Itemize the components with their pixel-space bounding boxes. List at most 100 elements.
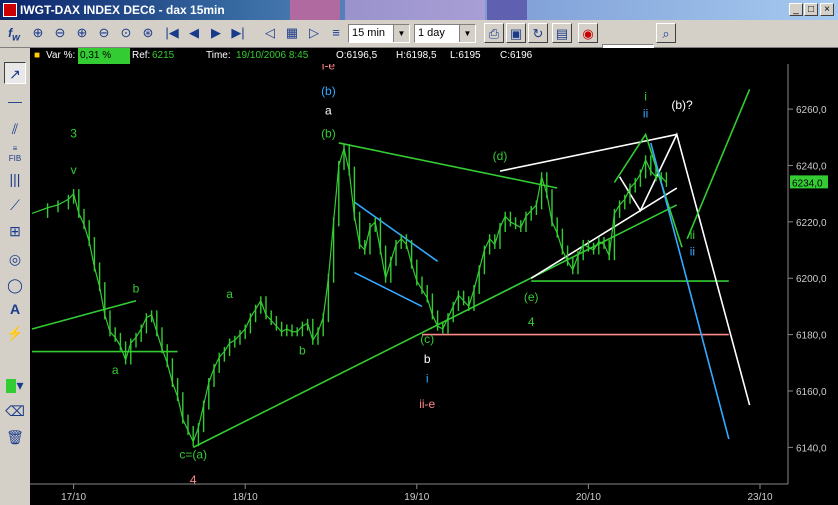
print-icon[interactable]: ⎙ bbox=[484, 23, 504, 43]
wave-label: a bbox=[112, 363, 119, 377]
gann-tool-icon[interactable]: ⊞ bbox=[4, 220, 26, 242]
minimize-icon[interactable]: _ bbox=[789, 3, 803, 16]
x-tick-label: 20/10 bbox=[576, 492, 601, 503]
first-page-icon[interactable]: |◀ bbox=[162, 23, 182, 43]
zoom-in-icon[interactable]: ⊕ bbox=[28, 23, 48, 43]
last-price-label: 6234,0 bbox=[792, 178, 823, 189]
zoom-in-y-icon[interactable]: ⊕ bbox=[72, 23, 92, 43]
chart-settings-icon[interactable]: ▦ bbox=[282, 23, 302, 43]
maximize-icon[interactable]: □ bbox=[804, 3, 818, 16]
horizontal-line-icon[interactable]: — bbox=[4, 90, 26, 112]
wave-label: i-e bbox=[322, 64, 336, 73]
y-tick-label: 6220,0 bbox=[796, 218, 827, 229]
eraser-icon[interactable]: ⌫ bbox=[4, 400, 26, 422]
wave-label: ii-e bbox=[419, 397, 435, 411]
var-label: Var %: bbox=[46, 50, 76, 61]
main-toolbar: fw ⊕ ⊖ ⊕ ⊖ ⊙ ⊛ |◀ ◀ ▶ ▶| ◁ ▦ ▷ ≡ 15 min … bbox=[0, 20, 838, 63]
grid-icon[interactable]: ▤ bbox=[552, 23, 572, 43]
wave-label: c=(a) bbox=[179, 448, 207, 462]
indicator-icon[interactable]: ≡ bbox=[326, 23, 346, 43]
open-value: O:6196,5 bbox=[336, 50, 378, 61]
scroll-left-icon[interactable]: ◁ bbox=[260, 23, 280, 43]
chevron-down-icon[interactable]: ▼ bbox=[459, 25, 475, 42]
wave-label: v bbox=[71, 163, 77, 177]
high-value: H:6198,5 bbox=[396, 50, 437, 61]
wave-label: ii bbox=[690, 245, 695, 259]
previous-icon[interactable]: ◀ bbox=[184, 23, 204, 43]
quote-info-bar: ■ Var %: 0,31 % Ref: 6215 Time: 19/10/20… bbox=[30, 48, 838, 64]
x-tick-label: 17/10 bbox=[61, 492, 86, 503]
last-price-tag: 6234,0 bbox=[790, 175, 828, 189]
wave-label: ii bbox=[643, 107, 648, 121]
chevron-down-icon[interactable]: ▼ bbox=[393, 25, 409, 42]
time-value: 19/10/2006 8:45 bbox=[236, 50, 309, 61]
zoom-fit-icon[interactable]: ⊛ bbox=[138, 23, 158, 43]
wave-label: 4 bbox=[190, 473, 197, 487]
y-tick-label: 6240,0 bbox=[796, 161, 827, 172]
trash-icon[interactable]: 🗑 bbox=[4, 426, 26, 448]
x-tick-label: 19/10 bbox=[404, 492, 429, 503]
ref-label: Ref: bbox=[132, 50, 151, 61]
zoom-out-icon[interactable]: ⊖ bbox=[50, 23, 70, 43]
drawing-toolbar: ↗ — ⫽ ≡ FIB ||| ⟋ ⊞ ◎ ◯ A ⚡ ▾ ⌫ 🗑 bbox=[0, 48, 31, 505]
x-tick-label: 23/10 bbox=[747, 492, 772, 503]
arc-tool-icon[interactable]: ◎ bbox=[4, 248, 26, 270]
wave-label: ii bbox=[690, 228, 695, 242]
text-tool-icon[interactable]: A bbox=[4, 298, 26, 320]
trendline-tool-icon[interactable]: ↗ bbox=[4, 62, 26, 84]
refresh-icon[interactable]: ↻ bbox=[528, 23, 548, 43]
fibonacci-tool-icon[interactable]: ≡ FIB bbox=[4, 144, 26, 166]
title-bar: IWGT-DAX INDEX DEC6 - dax 15min _ □ × bbox=[0, 0, 838, 20]
wave-label: a bbox=[226, 287, 233, 301]
wave-label: (b) bbox=[321, 126, 336, 140]
zoom-reset-icon[interactable]: ⊙ bbox=[116, 23, 136, 43]
ref-value: 6215 bbox=[152, 50, 175, 61]
var-value: 0,31 % bbox=[78, 48, 130, 64]
channel-tool-icon[interactable]: ⫽ bbox=[4, 118, 26, 140]
x-tick-label: 18/10 bbox=[233, 492, 258, 503]
time-label: Time: bbox=[206, 50, 231, 61]
wave-label: (b)? bbox=[671, 98, 693, 112]
color-picker-icon[interactable]: ▾ bbox=[4, 374, 26, 396]
wave-label: (e) bbox=[524, 290, 539, 304]
window-title: IWGT-DAX INDEX DEC6 - dax 15min bbox=[20, 3, 225, 17]
title-stripe bbox=[290, 0, 340, 20]
y-tick-label: 6140,0 bbox=[796, 443, 827, 454]
search-icon[interactable]: ⌕ bbox=[656, 23, 676, 43]
price-chart[interactable]: 3vbac=(a)4abi-e(b)a(b)(c)biii-e(d)(e)4ii… bbox=[30, 64, 838, 505]
wave-label: b bbox=[299, 343, 306, 357]
interval-value: 15 min bbox=[352, 27, 386, 39]
wave-label: 3 bbox=[70, 126, 77, 140]
y-tick-label: 6160,0 bbox=[796, 387, 827, 398]
range-select[interactable]: 1 day ▼ bbox=[414, 24, 476, 43]
vertical-lines-icon[interactable]: ||| bbox=[4, 168, 26, 190]
close-icon[interactable]: × bbox=[820, 3, 834, 16]
save-icon[interactable]: ▣ bbox=[506, 23, 526, 43]
last-page-icon[interactable]: ▶| bbox=[228, 23, 248, 43]
info-dot-icon: ■ bbox=[34, 50, 41, 61]
zoom-out-y-icon[interactable]: ⊖ bbox=[94, 23, 114, 43]
y-tick-label: 6200,0 bbox=[796, 274, 827, 285]
wave-label: b bbox=[424, 352, 431, 366]
function-icon[interactable]: fw bbox=[4, 23, 24, 43]
next-icon[interactable]: ▶ bbox=[206, 23, 226, 43]
wave-tool-icon[interactable]: ⚡ bbox=[4, 322, 26, 344]
interval-select[interactable]: 15 min ▼ bbox=[348, 24, 410, 43]
wave-label: (c) bbox=[420, 332, 434, 346]
y-tick-label: 6260,0 bbox=[796, 105, 827, 116]
wave-label: 4 bbox=[528, 315, 535, 329]
wave-label: b bbox=[133, 281, 140, 295]
range-value: 1 day bbox=[418, 27, 445, 39]
wave-label: a bbox=[325, 104, 332, 118]
close-value: C:6196 bbox=[500, 50, 533, 61]
title-stripe bbox=[487, 0, 527, 20]
stop-icon[interactable]: ◉ bbox=[578, 23, 598, 43]
fan-tool-icon[interactable]: ⟋ bbox=[4, 194, 26, 216]
y-tick-label: 6180,0 bbox=[796, 331, 827, 342]
low-value: L:6195 bbox=[450, 50, 481, 61]
ellipse-tool-icon[interactable]: ◯ bbox=[4, 274, 26, 296]
app-icon bbox=[3, 3, 17, 17]
scroll-right-icon[interactable]: ▷ bbox=[304, 23, 324, 43]
wave-label: (d) bbox=[493, 149, 508, 163]
wave-label: i bbox=[426, 372, 429, 386]
